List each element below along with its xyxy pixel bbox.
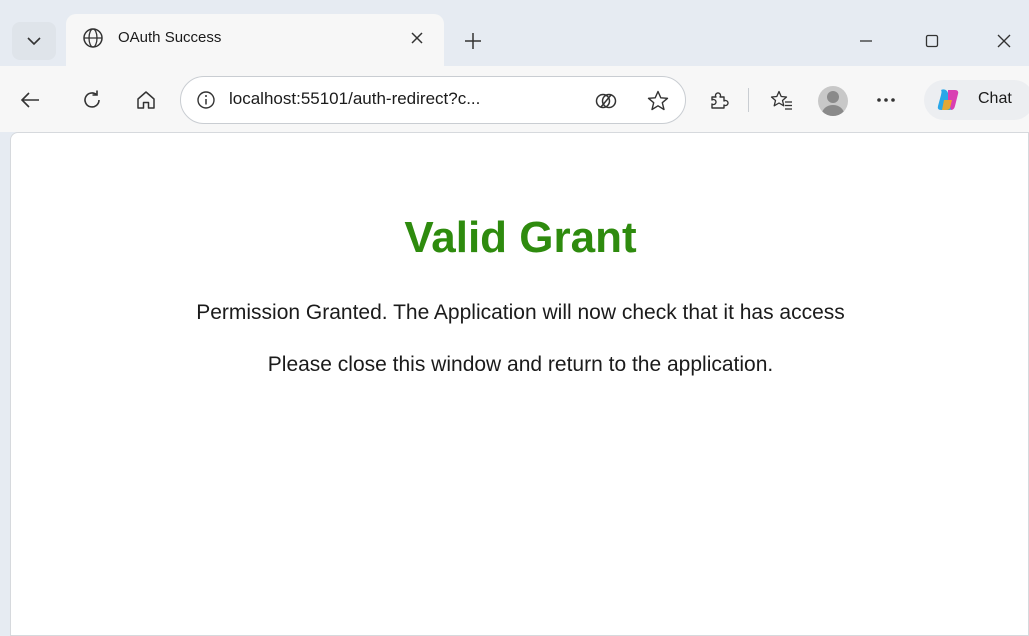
favorites-icon: [770, 89, 794, 111]
plus-icon: [463, 31, 483, 51]
copilot-compose-button[interactable]: [593, 88, 619, 114]
minimize-icon: [858, 33, 874, 49]
extensions-icon: [707, 89, 729, 111]
favorites-button[interactable]: [766, 84, 798, 116]
info-icon: [195, 89, 217, 111]
home-icon: [135, 89, 157, 111]
globe-icon: [82, 27, 104, 49]
extensions-button[interactable]: [702, 84, 734, 116]
tab-close-button[interactable]: [406, 27, 428, 49]
maximize-button[interactable]: [912, 24, 952, 58]
tab-title: OAuth Success: [118, 29, 221, 46]
back-icon: [19, 89, 41, 111]
copilot-compose-icon: [594, 89, 618, 113]
page-heading: Valid Grant: [1, 213, 1029, 263]
browser-toolbar: localhost:55101/auth-redirect?c...: [0, 66, 1029, 132]
add-favorite-button[interactable]: [645, 88, 671, 114]
copilot-chat-button[interactable]: Chat: [924, 80, 1029, 120]
tab-actions-button[interactable]: [12, 22, 56, 60]
avatar-head: [827, 91, 839, 103]
close-icon: [410, 31, 424, 45]
url-text: localhost:55101/auth-redirect?c...: [229, 89, 480, 109]
profile-avatar[interactable]: [818, 86, 848, 116]
permission-message: Permission Granted. The Application will…: [1, 301, 1029, 325]
page-content: Valid Grant Permission Granted. The Appl…: [10, 132, 1029, 636]
back-button[interactable]: [14, 84, 46, 116]
more-button[interactable]: [870, 84, 902, 116]
more-icon: [876, 97, 896, 103]
toolbar-divider: [748, 88, 749, 112]
chevron-down-icon: [26, 36, 42, 46]
avatar-body: [822, 105, 844, 116]
copilot-icon: [934, 86, 962, 114]
minimize-button[interactable]: [846, 24, 886, 58]
home-button[interactable]: [130, 84, 162, 116]
maximize-icon: [924, 33, 940, 49]
refresh-button[interactable]: [76, 84, 108, 116]
refresh-icon: [81, 89, 103, 111]
chat-label: Chat: [978, 90, 1012, 108]
window-close-button[interactable]: [984, 24, 1024, 58]
new-tab-button[interactable]: [456, 24, 490, 58]
window-close-icon: [996, 33, 1012, 49]
favorite-star-icon: [646, 89, 670, 113]
close-instruction: Please close this window and return to t…: [1, 353, 1029, 377]
address-bar[interactable]: localhost:55101/auth-redirect?c...: [180, 76, 686, 124]
tab-oauth-success[interactable]: OAuth Success: [66, 14, 444, 66]
